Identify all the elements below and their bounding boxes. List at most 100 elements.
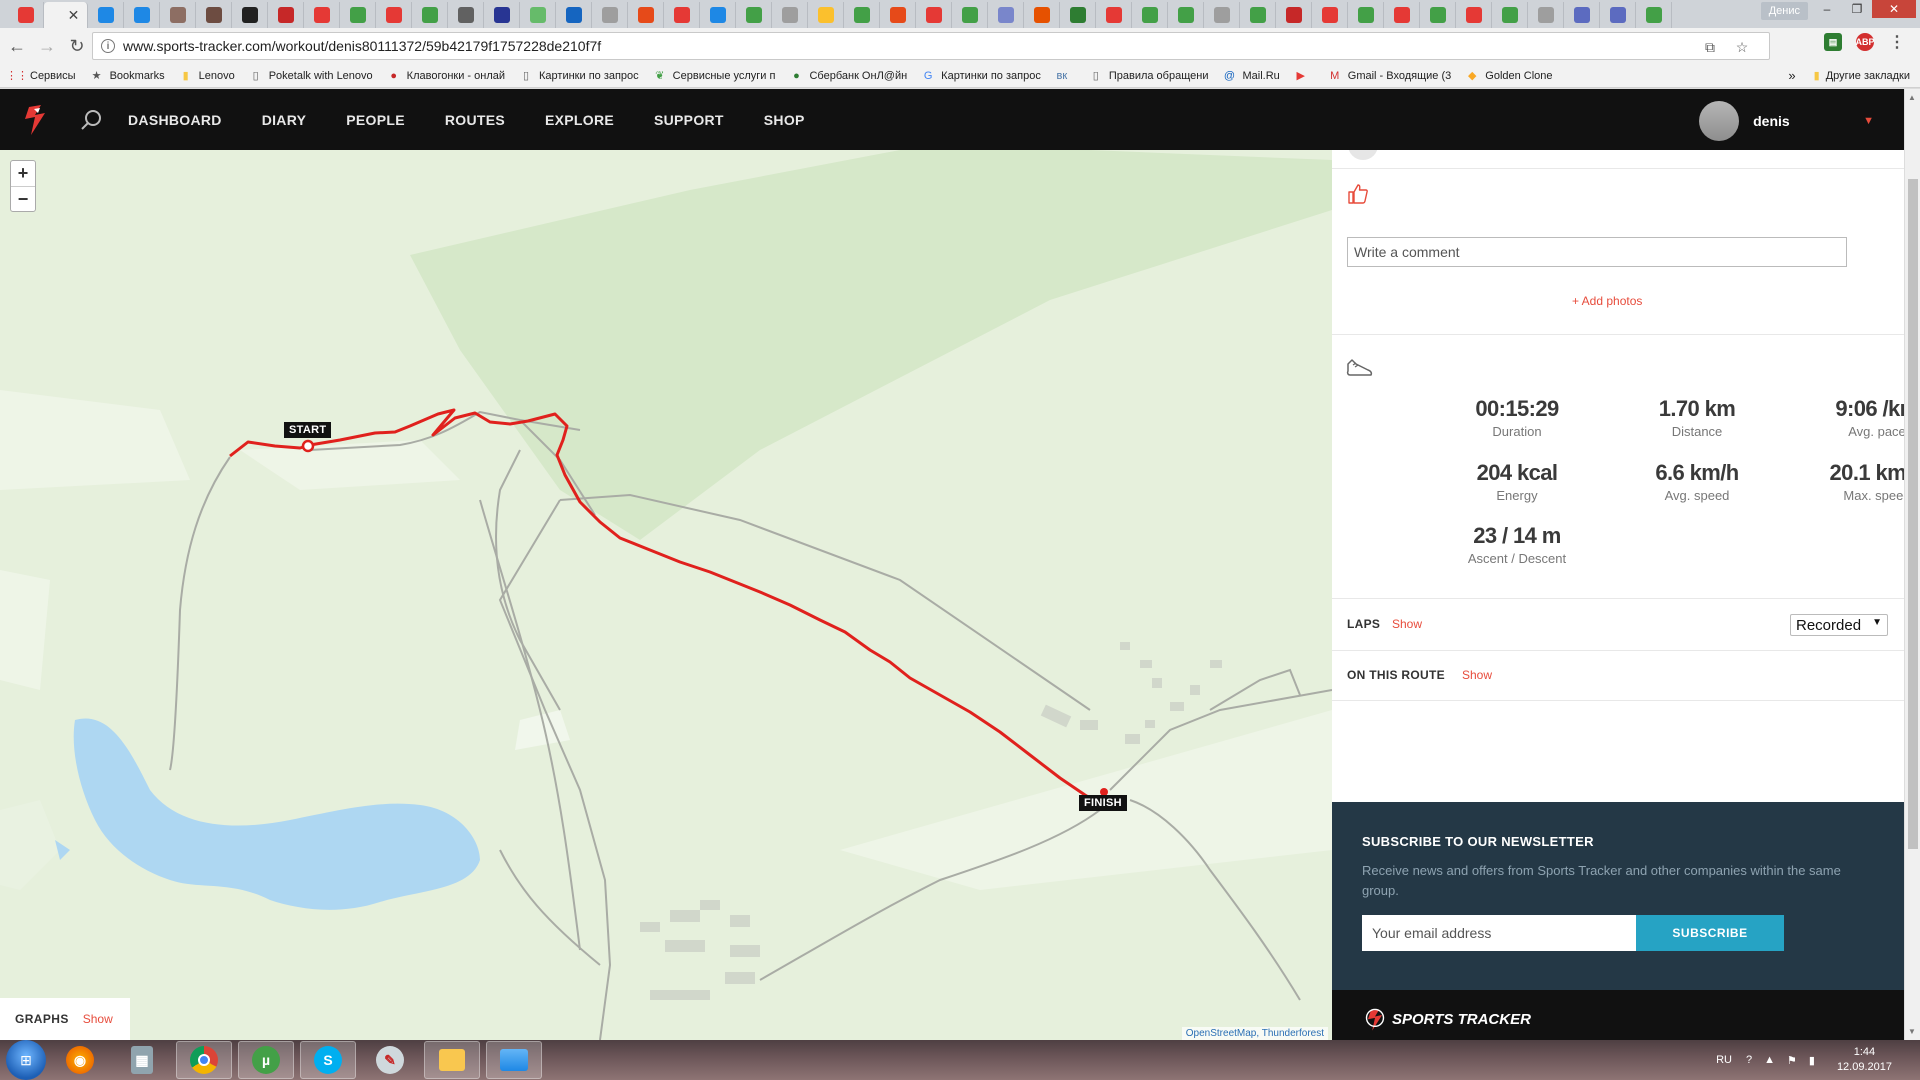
nav-dashboard[interactable]: DASHBOARD bbox=[128, 112, 222, 128]
minimize-button[interactable]: – bbox=[1812, 0, 1842, 18]
reload-button[interactable]: ↻ bbox=[64, 33, 90, 59]
nav-people[interactable]: PEOPLE bbox=[346, 112, 405, 128]
browser-tab[interactable] bbox=[124, 2, 160, 28]
browser-tab[interactable] bbox=[520, 2, 556, 28]
bookmark-item[interactable]: M Gmail - Входящие (3 bbox=[1328, 69, 1451, 83]
browser-tab[interactable] bbox=[376, 2, 412, 28]
taskbar-utorrent[interactable]: µ bbox=[238, 1041, 294, 1079]
browser-tab[interactable] bbox=[808, 2, 844, 28]
bookmarks-overflow-icon[interactable]: » bbox=[1788, 68, 1795, 83]
action-center-icon[interactable]: ⚑ bbox=[1787, 1054, 1797, 1067]
browser-tab[interactable] bbox=[1024, 2, 1060, 28]
bookmark-star-icon[interactable]: ☆ bbox=[1733, 38, 1751, 56]
bookmark-item[interactable]: ❦ Сервисные услуги п bbox=[653, 69, 775, 83]
language-indicator[interactable]: RU bbox=[1716, 1054, 1732, 1066]
bookmark-item[interactable]: G Картинки по запрос bbox=[921, 69, 1041, 83]
browser-tab[interactable] bbox=[880, 2, 916, 28]
start-marker[interactable]: START bbox=[284, 422, 332, 438]
route-map[interactable]: + − START FINISH OpenStreetMap, Thunderf… bbox=[0, 150, 1332, 1040]
chevron-down-icon[interactable]: ▼ bbox=[1863, 115, 1874, 127]
graphs-show-link[interactable]: Show bbox=[83, 1012, 113, 1026]
map-canvas[interactable] bbox=[0, 150, 1332, 1040]
finish-marker[interactable]: FINISH bbox=[1079, 795, 1127, 811]
back-button[interactable]: ← bbox=[4, 33, 30, 59]
maximize-button[interactable]: ❐ bbox=[1842, 0, 1872, 18]
browser-tab[interactable] bbox=[628, 2, 664, 28]
site-info-icon[interactable]: i bbox=[101, 39, 115, 53]
bookmark-item[interactable]: ▯ Правила обращени bbox=[1089, 69, 1209, 83]
browser-tab-active[interactable]: ✕ bbox=[44, 2, 88, 28]
username[interactable]: denis bbox=[1753, 113, 1863, 129]
laps-show-link[interactable]: Show bbox=[1392, 617, 1422, 631]
network-icon[interactable]: ▮ bbox=[1809, 1054, 1815, 1067]
zoom-in-button[interactable]: + bbox=[11, 161, 35, 186]
browser-tab[interactable] bbox=[1096, 2, 1132, 28]
start-point[interactable] bbox=[301, 439, 315, 453]
browser-tab[interactable] bbox=[1168, 2, 1204, 28]
browser-tab[interactable] bbox=[1204, 2, 1240, 28]
footer-logo[interactable]: SPORTS TRACKER bbox=[1364, 1008, 1531, 1032]
browser-tab[interactable] bbox=[1564, 2, 1600, 28]
browser-tab[interactable] bbox=[916, 2, 952, 28]
browser-tab[interactable] bbox=[952, 2, 988, 28]
browser-tab[interactable] bbox=[736, 2, 772, 28]
comment-input[interactable] bbox=[1347, 237, 1847, 267]
taskbar-paint[interactable]: ✎ bbox=[362, 1041, 418, 1079]
taskbar-firefox[interactable]: ◉ bbox=[52, 1041, 108, 1079]
taskbar-photo-viewer[interactable] bbox=[486, 1041, 542, 1079]
taskbar-chrome[interactable] bbox=[176, 1041, 232, 1079]
browser-tab[interactable] bbox=[1600, 2, 1636, 28]
bookmark-item[interactable]: ▯ Poketalk with Lenovo bbox=[249, 69, 373, 83]
bookmark-item[interactable]: ● Сбербанк ОнЛ@йн bbox=[789, 69, 907, 83]
close-tab-icon[interactable]: ✕ bbox=[68, 7, 80, 24]
user-menu[interactable]: denis ▼ bbox=[1699, 101, 1874, 141]
browser-tab[interactable] bbox=[340, 2, 376, 28]
browser-tab[interactable] bbox=[1384, 2, 1420, 28]
bookmark-item[interactable]: ★ Bookmarks bbox=[90, 69, 165, 83]
zoom-out-button[interactable]: − bbox=[11, 186, 35, 211]
browser-tab[interactable] bbox=[484, 2, 520, 28]
tray-expand-icon[interactable]: ▲ bbox=[1764, 1054, 1775, 1066]
browser-tab[interactable] bbox=[1528, 2, 1564, 28]
avatar[interactable] bbox=[1699, 101, 1740, 141]
url-field[interactable]: i www.sports-tracker.com/workout/denis80… bbox=[92, 32, 1770, 60]
browser-tab[interactable] bbox=[88, 2, 124, 28]
adblock-icon[interactable]: ABP bbox=[1856, 33, 1875, 51]
browser-tab[interactable] bbox=[988, 2, 1024, 28]
add-photos-link[interactable]: + Add photos bbox=[1572, 294, 1642, 308]
other-bookmarks[interactable]: » ▮ Другие закладки bbox=[1788, 68, 1910, 83]
browser-tab[interactable] bbox=[412, 2, 448, 28]
nav-routes[interactable]: ROUTES bbox=[445, 112, 505, 128]
browser-tab[interactable] bbox=[304, 2, 340, 28]
browser-tab[interactable] bbox=[664, 2, 700, 28]
taskbar-explorer[interactable] bbox=[424, 1041, 480, 1079]
taskbar-calculator[interactable]: ▦ bbox=[114, 1041, 170, 1079]
nav-shop[interactable]: SHOP bbox=[764, 112, 805, 128]
bookmark-item[interactable]: @ Mail.Ru bbox=[1222, 69, 1280, 83]
taskbar-skype[interactable]: S bbox=[300, 1041, 356, 1079]
bookmark-item[interactable]: ▯ Картинки по запрос bbox=[519, 69, 639, 83]
bookmark-item[interactable]: ▮ Lenovo bbox=[179, 69, 235, 83]
bookmark-item[interactable]: ▶ bbox=[1294, 69, 1314, 83]
thumbs-up-icon[interactable] bbox=[1346, 182, 1370, 206]
browser-tab[interactable] bbox=[1276, 2, 1312, 28]
browser-tab[interactable] bbox=[556, 2, 592, 28]
extension-sheets-icon[interactable]: ▤ bbox=[1824, 33, 1842, 51]
subscribe-button[interactable]: SUBSCRIBE bbox=[1636, 915, 1784, 951]
scroll-up-arrow-icon[interactable]: ▲ bbox=[1908, 93, 1916, 102]
browser-tab[interactable] bbox=[1132, 2, 1168, 28]
browser-tab[interactable] bbox=[1240, 2, 1276, 28]
browser-tab[interactable] bbox=[1456, 2, 1492, 28]
browser-tab[interactable] bbox=[1348, 2, 1384, 28]
browser-tab[interactable] bbox=[1492, 2, 1528, 28]
help-icon[interactable]: ? bbox=[1746, 1054, 1752, 1066]
start-button[interactable]: ⊞ bbox=[6, 1040, 46, 1080]
browser-tab[interactable] bbox=[1060, 2, 1096, 28]
bookmark-item[interactable]: ◆ Golden Clone bbox=[1465, 69, 1553, 83]
translate-icon[interactable]: ⧉ bbox=[1701, 38, 1719, 56]
on-this-route-show-link[interactable]: Show bbox=[1462, 668, 1492, 682]
browser-tab[interactable] bbox=[772, 2, 808, 28]
newsletter-email-input[interactable] bbox=[1362, 915, 1636, 951]
bookmark-item[interactable]: вк bbox=[1055, 69, 1075, 83]
browser-tab[interactable] bbox=[232, 2, 268, 28]
